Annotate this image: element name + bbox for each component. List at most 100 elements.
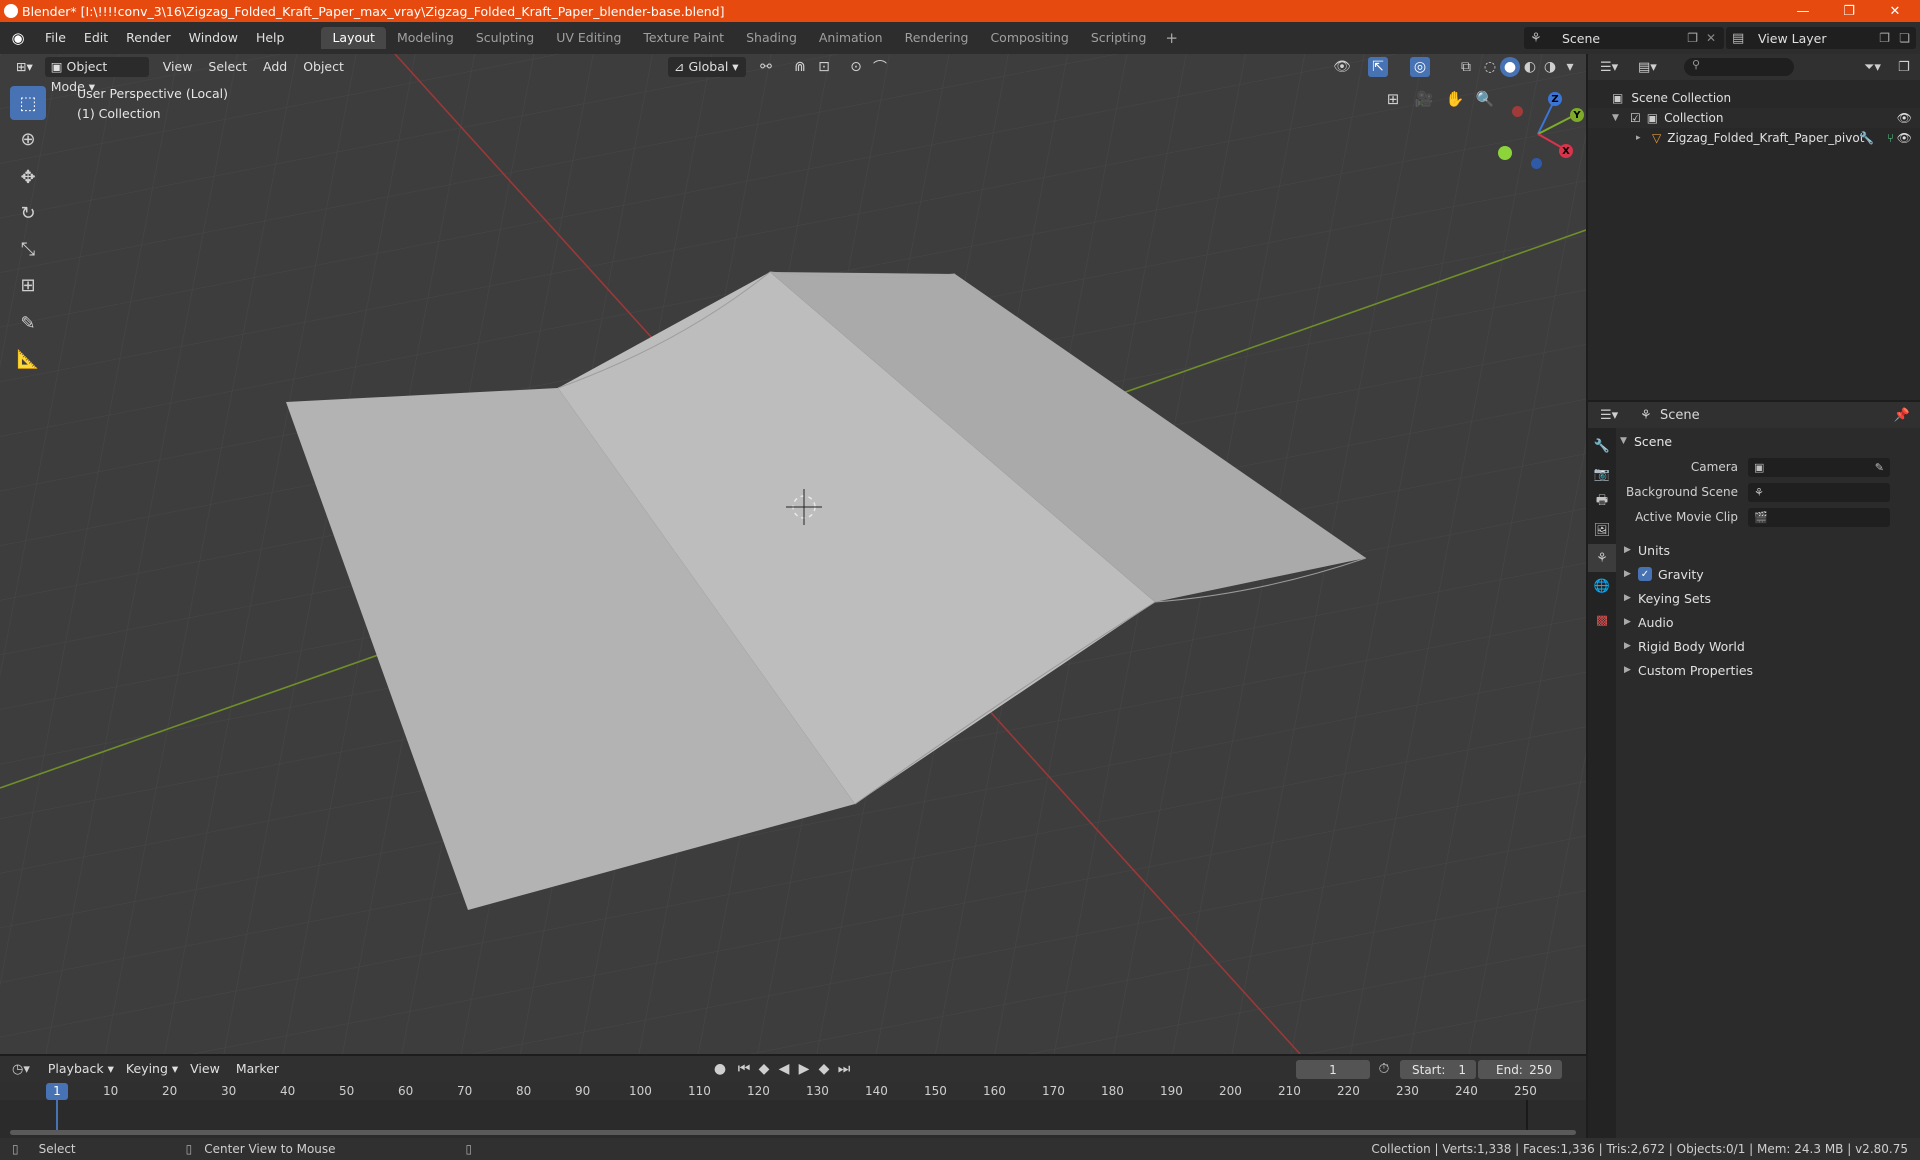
timeline-menu-marker[interactable]: Marker	[230, 1059, 285, 1079]
remove-view-layer-icon[interactable]: ❏	[1899, 31, 1910, 45]
tab-animation[interactable]: Animation	[808, 27, 894, 49]
eyedropper-icon[interactable]: ✎	[1875, 461, 1884, 474]
timeline-scrollbar[interactable]	[10, 1130, 1576, 1135]
tab-sculpting[interactable]: Sculpting	[465, 27, 545, 49]
properties-editor-type-icon[interactable]: ☰▾	[1600, 408, 1618, 423]
viewport-menu-view[interactable]: View	[157, 57, 199, 77]
viewport-menu-add[interactable]: Add	[257, 57, 293, 77]
viewport-menu-object[interactable]: Object	[297, 57, 350, 77]
next-keyframe-icon[interactable]: ◆	[814, 1059, 834, 1079]
display-mode-icon[interactable]: ▤▾	[1638, 60, 1657, 75]
navigation-gizmo[interactable]: Z Y X	[1498, 92, 1584, 174]
pan-view-icon[interactable]: ✋	[1442, 86, 1468, 112]
rigid-body-panel-header[interactable]: ▶ Rigid Body World	[1624, 634, 1914, 658]
scene-tab-icon[interactable]: ⚘	[1588, 544, 1616, 572]
tab-scripting[interactable]: Scripting	[1080, 27, 1158, 49]
transform-tool-icon[interactable]: ⊞	[10, 268, 46, 302]
shading-options-icon[interactable]: ▾	[1560, 57, 1580, 77]
new-scene-icon[interactable]: ❐	[1687, 31, 1698, 45]
collection-expand-icon[interactable]: ▼	[1612, 113, 1626, 123]
render-tab-icon[interactable]: 📷	[1588, 460, 1616, 488]
mesh-data-icon[interactable]: ⑂	[1887, 131, 1894, 145]
visibility-icon[interactable]: 👁	[1332, 57, 1352, 77]
object-mode-dropdown[interactable]: ▣ Object Mode ▾	[44, 57, 149, 94]
start-frame-field[interactable]: Start: 1	[1400, 1060, 1476, 1079]
tab-shading[interactable]: Shading	[735, 27, 808, 49]
end-frame-field[interactable]: End: 250	[1478, 1060, 1562, 1079]
rendered-shading-icon[interactable]: ◑	[1540, 57, 1560, 77]
jump-start-icon[interactable]: ⏮	[734, 1059, 754, 1079]
rotate-tool-icon[interactable]: ↻	[10, 196, 46, 230]
object-visibility-icon[interactable]: 👁	[1897, 131, 1912, 145]
material-shading-icon[interactable]: ◐	[1520, 57, 1540, 77]
camera-field[interactable]: ▣ ✎	[1748, 457, 1890, 477]
toggle-camera-grid-icon[interactable]: ⊞	[1380, 86, 1406, 112]
tab-compositing[interactable]: Compositing	[979, 27, 1079, 49]
menu-edit[interactable]: Edit	[75, 26, 117, 50]
output-tab-icon[interactable]: 🖶	[1588, 488, 1616, 516]
object-expand-icon[interactable]: ▸	[1636, 133, 1650, 143]
gizmo-neg-z-axis[interactable]	[1531, 158, 1542, 169]
background-scene-field[interactable]: ⚘	[1748, 482, 1890, 502]
cursor-tool-icon[interactable]: ⊕	[10, 122, 46, 156]
tool-tab-icon[interactable]: 🔧	[1588, 432, 1616, 460]
3d-viewport[interactable]: ⊞▾ ▣ Object Mode ▾ View Select Add Objec…	[0, 54, 1586, 1054]
playhead-frame-label[interactable]: 1	[46, 1083, 68, 1100]
texture-tab-icon[interactable]: ▩	[1588, 606, 1616, 634]
playhead-line[interactable]	[56, 1100, 58, 1130]
editor-type-icon[interactable]: ⊞▾	[10, 57, 39, 77]
wireframe-shading-icon[interactable]: ◌	[1480, 57, 1500, 77]
prev-keyframe-icon[interactable]: ◆	[754, 1059, 774, 1079]
gizmo-z-axis[interactable]: Z	[1548, 92, 1562, 106]
xray-icon[interactable]: ⧉	[1456, 57, 1476, 77]
menu-render[interactable]: Render	[117, 26, 180, 50]
zoom-view-icon[interactable]: 🔍	[1472, 86, 1498, 112]
gravity-panel-header[interactable]: ▶ ✓ Gravity	[1624, 562, 1914, 586]
scene-panel-header[interactable]: ▼ Scene	[1620, 430, 1916, 452]
solid-shading-icon[interactable]: ●	[1500, 57, 1520, 77]
tab-uv-editing[interactable]: UV Editing	[545, 27, 632, 49]
pin-icon[interactable]: 📌	[1894, 408, 1910, 423]
tab-modeling[interactable]: Modeling	[386, 27, 465, 49]
gizmo-toggle-icon[interactable]: ⇱	[1368, 57, 1388, 77]
outliner-editor-type-icon[interactable]: ☰▾	[1600, 60, 1618, 75]
modifier-icon[interactable]: 🔧	[1859, 131, 1874, 145]
proportional-edit-icon[interactable]: ⊙	[846, 57, 866, 77]
units-panel-header[interactable]: ▶ Units	[1624, 538, 1914, 562]
collection-checkbox[interactable]: ☑	[1630, 111, 1641, 125]
move-tool-icon[interactable]: ✥	[10, 160, 46, 194]
minimize-button[interactable]: —	[1780, 0, 1826, 22]
world-tab-icon[interactable]: 🌐	[1588, 572, 1616, 600]
play-icon[interactable]: ▶	[794, 1059, 814, 1079]
menu-window[interactable]: Window	[180, 26, 247, 50]
overlay-toggle-icon[interactable]: ◎	[1410, 57, 1430, 77]
gizmo-neg-x-axis[interactable]	[1512, 106, 1523, 117]
gravity-checkbox[interactable]: ✓	[1638, 567, 1652, 581]
timeline-menu-keying[interactable]: Keying ▾	[120, 1059, 184, 1079]
select-box-tool-icon[interactable]: ⬚	[10, 86, 46, 120]
filter-icon[interactable]: ⏷▾	[1864, 60, 1881, 75]
tab-texture-paint[interactable]: Texture Paint	[632, 27, 735, 49]
measure-tool-icon[interactable]: 📐	[10, 342, 46, 376]
view-layer-selector[interactable]: ▤ View Layer ❐ ❏	[1726, 27, 1916, 49]
preview-range-icon[interactable]: ⏱	[1374, 1059, 1394, 1079]
new-collection-icon[interactable]: ❐	[1898, 60, 1910, 75]
transform-orientation-dropdown[interactable]: ⊿ Global ▾	[668, 57, 746, 77]
menu-file[interactable]: File	[36, 26, 75, 50]
add-workspace-button[interactable]: +	[1157, 29, 1186, 47]
outliner-row-scene-collection[interactable]: ▣ Scene Collection	[1588, 88, 1920, 108]
play-reverse-icon[interactable]: ◀	[774, 1059, 794, 1079]
timeline-menu-view[interactable]: View	[184, 1059, 226, 1079]
outliner-row-collection[interactable]: ▼ ☑ ▣ Collection 👁	[1588, 108, 1920, 128]
menu-help[interactable]: Help	[247, 26, 294, 50]
scene-selector[interactable]: ⚘ Scene ❐ ✕	[1524, 27, 1724, 49]
tab-rendering[interactable]: Rendering	[894, 27, 980, 49]
snap-target-icon[interactable]: ⊡	[814, 57, 834, 77]
movie-clip-field[interactable]: 🎬	[1748, 507, 1890, 527]
custom-props-panel-header[interactable]: ▶ Custom Properties	[1624, 658, 1914, 682]
maximize-button[interactable]: ❐	[1826, 0, 1872, 22]
outliner-search-input[interactable]: ⚲	[1684, 58, 1794, 76]
record-keyframe-icon[interactable]: ●	[710, 1059, 730, 1079]
audio-panel-header[interactable]: ▶ Audio	[1624, 610, 1914, 634]
gizmo-neg-y-axis[interactable]	[1498, 146, 1512, 160]
